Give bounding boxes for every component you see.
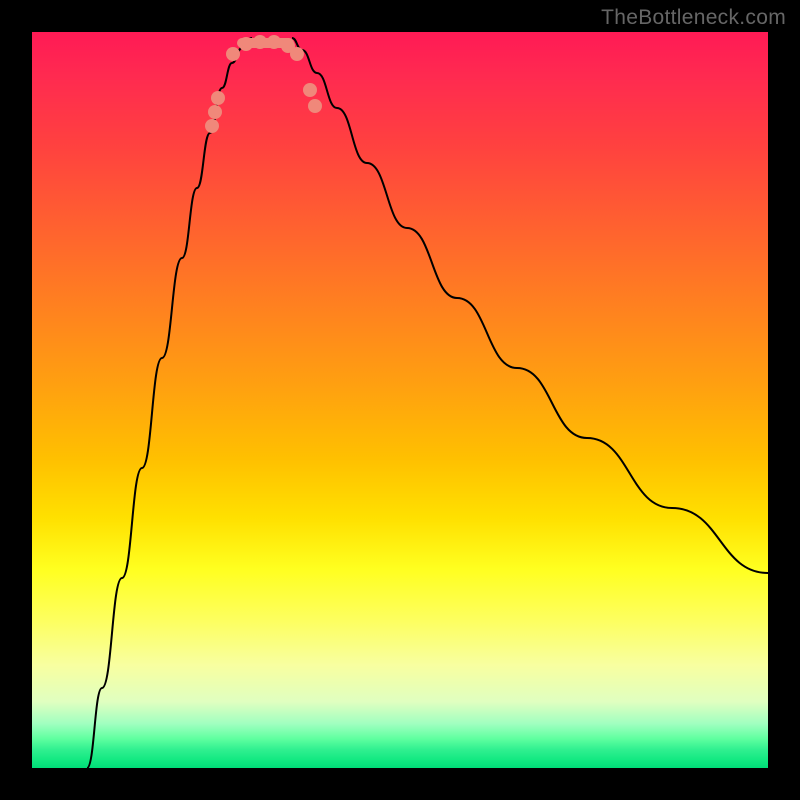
marker-dot — [281, 39, 295, 53]
minimum-markers — [32, 32, 768, 768]
marker-dot — [267, 35, 281, 49]
chart-plot-area — [32, 32, 768, 768]
marker-dot — [226, 47, 240, 61]
marker-dot — [208, 105, 222, 119]
marker-dot — [239, 37, 253, 51]
watermark: TheBottleneck.com — [601, 6, 786, 30]
bottleneck-curve — [32, 32, 768, 768]
marker-dot — [253, 35, 267, 49]
marker-dot — [205, 119, 219, 133]
marker-dot — [290, 47, 304, 61]
minimum-band — [237, 38, 294, 48]
marker-dot — [308, 99, 322, 113]
marker-dot — [303, 83, 317, 97]
marker-dot — [211, 91, 225, 105]
